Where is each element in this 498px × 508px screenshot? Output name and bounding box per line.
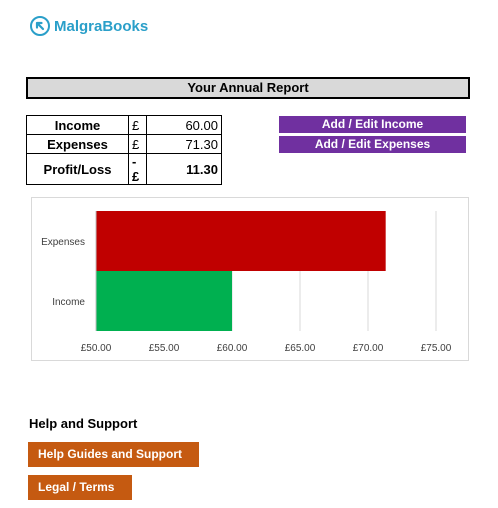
income-expenses-chart: £50.00 £55.00 £60.00 £65.00 £70.00 £75.00 Expe… xyxy=(31,197,469,361)
brand-logo: MalgraBooks xyxy=(30,16,148,36)
arrow-up-left-icon xyxy=(30,16,50,36)
row-label: Income xyxy=(26,115,129,135)
legal-terms-button[interactable]: Legal / Terms xyxy=(28,475,132,500)
x-tick-label: £70.00 xyxy=(353,343,384,354)
report-title: Your Annual Report xyxy=(26,77,470,99)
summary-table: Income £ 60.00 Expenses £ 71.30 Profit/L… xyxy=(26,115,222,185)
x-tick-label: £65.00 xyxy=(285,343,316,354)
x-tick-label: £55.00 xyxy=(149,343,180,354)
category-label: Expenses xyxy=(41,237,85,248)
row-label: Expenses xyxy=(26,134,129,154)
row-currency: -£ xyxy=(128,153,147,185)
bar-expenses xyxy=(96,211,386,271)
table-row: Profit/Loss -£ 11.30 xyxy=(26,153,222,185)
chart-svg: £50.00 £55.00 £60.00 £65.00 £70.00 £75.00 Expe… xyxy=(41,211,452,354)
row-label: Profit/Loss xyxy=(26,153,129,185)
add-edit-income-button[interactable]: Add / Edit Income xyxy=(279,116,466,133)
x-tick-label: £75.00 xyxy=(421,343,452,354)
bar-income xyxy=(96,271,232,331)
table-row: Expenses £ 71.30 xyxy=(26,134,222,154)
x-tick-label: £60.00 xyxy=(217,343,248,354)
add-edit-expenses-button[interactable]: Add / Edit Expenses xyxy=(279,136,466,153)
row-currency: £ xyxy=(128,134,147,154)
brand-name: MalgraBooks xyxy=(54,17,149,35)
help-title: Help and Support xyxy=(29,416,138,431)
row-value: 71.30 xyxy=(146,134,222,154)
table-row: Income £ 60.00 xyxy=(26,115,222,135)
row-value: 11.30 xyxy=(146,153,222,185)
category-label: Income xyxy=(52,297,85,308)
row-currency: £ xyxy=(128,115,147,135)
x-tick-label: £50.00 xyxy=(81,343,112,354)
row-value: 60.00 xyxy=(146,115,222,135)
help-guides-button[interactable]: Help Guides and Support xyxy=(28,442,199,467)
